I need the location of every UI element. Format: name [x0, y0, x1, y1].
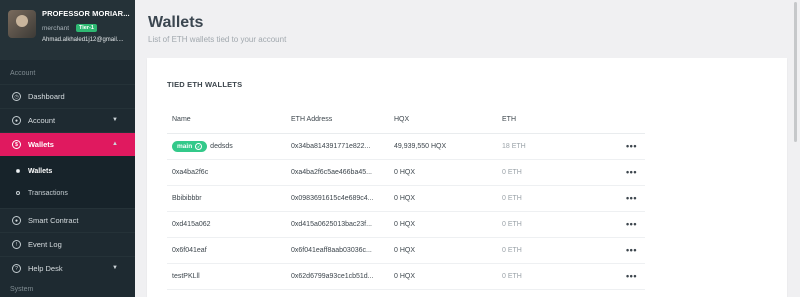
more-actions-button[interactable]: •••: [613, 159, 645, 186]
cell-address: 0xa4ba2f6c5ae466ba45...: [286, 159, 389, 186]
profile-panel: PROFESSOR MORIAR... merchant Tier-1 Ahma…: [0, 0, 135, 60]
table-row[interactable]: Bbibibbbr 0x0983691615c4e689c4... 0 HQX …: [167, 185, 645, 212]
profile-email: Ahmad.alkhaled1j12@gmail....: [42, 37, 124, 43]
column-header-eth-address[interactable]: ETH Address: [286, 107, 389, 134]
cell-hqx: 0 HQX: [389, 237, 497, 264]
section-label-account: Account: [10, 70, 36, 77]
chevron-down-icon: ▼: [112, 265, 118, 271]
sidebar-item-wallets[interactable]: $ Wallets ▲: [0, 132, 135, 156]
log-icon: !: [12, 240, 21, 249]
main-content: Wallets List of ETH wallets tied to your…: [135, 0, 800, 297]
cell-eth: 0 ETH: [497, 159, 613, 186]
cell-name: 0x6f041eaf: [167, 237, 286, 264]
page-subtitle: List of ETH wallets tied to your account: [148, 35, 287, 44]
bullet-icon: [16, 169, 20, 173]
wallet-icon: $: [12, 140, 21, 149]
cell-eth: 18 ETH: [497, 133, 613, 160]
more-actions-button[interactable]: •••: [613, 133, 645, 160]
sidebar-item-dashboard[interactable]: ◷ Dashboard: [0, 84, 135, 108]
column-header-actions: [613, 107, 645, 134]
help-icon: ?: [12, 264, 21, 273]
sidebar-item-help-desk[interactable]: ? Help Desk ▼: [0, 256, 135, 280]
chevron-up-icon: ▲: [112, 141, 118, 147]
table-row[interactable]: 0xa4ba2f6c 0xa4ba2f6c5ae466ba45... 0 HQX…: [167, 159, 645, 186]
column-header-eth[interactable]: ETH: [497, 107, 613, 134]
sidebar-item-label: Dashboard: [28, 92, 65, 101]
subnav-item-label: Wallets: [28, 167, 53, 175]
dashboard-icon: ◷: [12, 92, 21, 101]
more-actions-button[interactable]: •••: [613, 211, 645, 238]
cell-hqx: 0 HQX: [389, 263, 497, 290]
table-row[interactable]: main ✓ dedsds 0x34ba814391771e822... 49,93…: [167, 133, 645, 160]
sidebar: PROFESSOR MORIAR... merchant Tier-1 Ahma…: [0, 0, 135, 297]
sidebar-item-label: Smart Contract: [28, 216, 79, 225]
table-row[interactable]: testPKLll 0x62d6799a93ce1cb51d... 0 HQX …: [167, 263, 645, 290]
bullet-icon: [16, 191, 20, 195]
page-title: Wallets: [148, 14, 204, 31]
cell-name: Bbibibbbr: [167, 185, 286, 212]
more-actions-button[interactable]: •••: [613, 263, 645, 290]
cell-hqx: 49,939,550 HQX: [389, 133, 497, 160]
profile-name: PROFESSOR MORIAR...: [42, 9, 130, 18]
contract-icon: ●: [12, 216, 21, 225]
column-header-hqx[interactable]: HQX: [389, 107, 497, 134]
sidebar-item-label: Event Log: [28, 240, 62, 249]
cell-address: 0x62d6799a93ce1cb51d...: [286, 263, 389, 290]
subnav-item-label: Transactions: [28, 189, 68, 197]
card-title: TIED ETH WALLETS: [167, 80, 243, 89]
wallets-submenu: Wallets Transactions: [0, 156, 135, 208]
table-header-row: Name ETH Address HQX ETH: [167, 107, 645, 134]
cell-eth: 0 ETH: [497, 237, 613, 264]
cell-hqx: 0 HQX: [389, 185, 497, 212]
subnav-item-transactions[interactable]: Transactions: [0, 182, 135, 204]
cell-address: 0x0983691615c4e689c4...: [286, 185, 389, 212]
cell-name: 0xa4ba2f6c: [167, 159, 286, 186]
sidebar-item-smart-contract[interactable]: ● Smart Contract: [0, 208, 135, 232]
page-scrollbar[interactable]: [794, 2, 797, 142]
avatar[interactable]: [8, 10, 36, 38]
sidebar-item-event-log[interactable]: ! Event Log: [0, 232, 135, 256]
more-actions-button[interactable]: •••: [613, 237, 645, 264]
sidebar-item-label: Wallets: [28, 140, 54, 149]
cell-hqx: 0 HQX: [389, 159, 497, 186]
cell-hqx: 0 HQX: [389, 211, 497, 238]
sidebar-item-account[interactable]: ● Account ▼: [0, 108, 135, 132]
more-actions-button[interactable]: •••: [613, 185, 645, 212]
subnav-item-wallets[interactable]: Wallets: [0, 160, 135, 182]
sidebar-item-label: Account: [28, 116, 56, 125]
section-label-system: System: [10, 286, 34, 293]
cell-name: 0xd415a062: [167, 211, 286, 238]
check-circle-icon: ✓: [195, 142, 203, 150]
wallet-name: dedsds: [210, 142, 233, 150]
tier-badge: Tier-1: [76, 24, 97, 32]
profile-role: merchant: [42, 25, 70, 32]
table-row[interactable]: 0x6f041eaf 0x6f041eaff8aab03036c... 0 HQ…: [167, 237, 645, 264]
user-icon: ●: [12, 116, 21, 125]
table-row[interactable]: 0xd415a062 0xd415a0625013bac23f... 0 HQX…: [167, 211, 645, 238]
cell-eth: 0 ETH: [497, 211, 613, 238]
cell-address: 0x34ba814391771e822...: [286, 133, 389, 160]
sidebar-item-label: Help Desk: [28, 264, 63, 273]
cell-eth: 0 ETH: [497, 185, 613, 212]
main-badge-label: main: [177, 142, 193, 150]
wallets-table: Name ETH Address HQX ETH main ✓ dedsds 0x3…: [167, 107, 645, 290]
cell-eth: 0 ETH: [497, 263, 613, 290]
cell-address: 0xd415a0625013bac23f...: [286, 211, 389, 238]
wallets-card: TIED ETH WALLETS Name ETH Address HQX ET…: [147, 58, 787, 297]
main-badge: main ✓: [172, 140, 208, 152]
cell-name: testPKLll: [167, 263, 286, 290]
cell-address: 0x6f041eaff8aab03036c...: [286, 237, 389, 264]
column-header-name[interactable]: Name: [167, 107, 286, 134]
cell-name: main ✓ dedsds: [167, 133, 286, 160]
chevron-down-icon: ▼: [112, 117, 118, 123]
